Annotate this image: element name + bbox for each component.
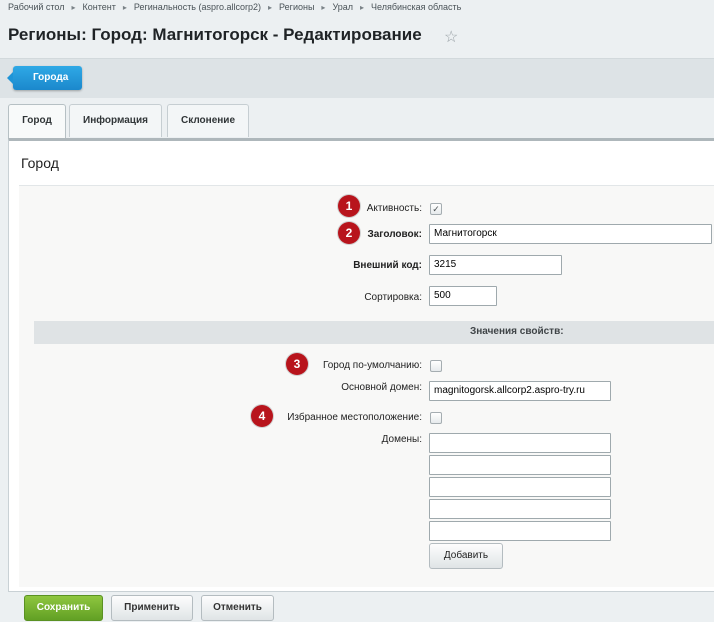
toolbar: Города (0, 58, 714, 98)
active-label: Активность: (366, 203, 422, 214)
domain-input-4[interactable] (429, 499, 611, 519)
properties-section-header: Значения свойств: (34, 321, 714, 344)
domain-input-3[interactable] (429, 477, 611, 497)
breadcrumb-separator-icon: ▸ (268, 3, 273, 12)
breadcrumb-separator-icon: ▸ (122, 3, 127, 12)
cancel-button[interactable]: Отменить (201, 595, 274, 621)
breadcrumb-item-ural[interactable]: Урал (332, 2, 353, 12)
sort-label: Сортировка: (364, 292, 422, 303)
favorite-location-label: Избранное местоположение: (287, 412, 422, 423)
annotation-badge-4: 4 (251, 405, 273, 427)
domain-input-2[interactable] (429, 455, 611, 475)
external-code-label: Внешний код: (353, 260, 422, 271)
breadcrumb-item-content[interactable]: Контент (83, 2, 116, 12)
domain-input-1[interactable] (429, 433, 611, 453)
breadcrumb-item-regions[interactable]: Регионы (279, 2, 314, 12)
breadcrumb-item-regionality[interactable]: Регинальность (aspro.allcorp2) (134, 2, 261, 12)
sort-input[interactable]: 500 (429, 286, 497, 306)
default-city-checkbox[interactable] (430, 360, 442, 372)
title-label: Заголовок: (367, 229, 422, 240)
breadcrumb-separator-icon: ▸ (360, 3, 365, 12)
page-title: Регионы: Город: Магнитогорск - Редактиро… (8, 25, 422, 44)
external-code-input[interactable]: 3215 (429, 255, 562, 275)
breadcrumb: Рабочий стол ▸ Контент ▸ Регинальность (aspr… (8, 2, 461, 16)
main-domain-label: Основной домен: (341, 382, 422, 393)
breadcrumb-separator-icon: ▸ (71, 3, 76, 12)
tab-information[interactable]: Информация (69, 104, 162, 137)
add-domain-button[interactable]: Добавить (429, 543, 503, 569)
main-domain-input[interactable]: magnitogorsk.allcorp2.aspro-try.ru (429, 381, 611, 401)
domains-label: Домены: (381, 434, 422, 445)
active-checkbox[interactable]: ✓ (430, 203, 442, 215)
favorite-star-icon[interactable]: ☆ (444, 27, 458, 47)
panel-title: Город (21, 155, 59, 171)
properties-section-title: Значения свойств: (470, 326, 564, 337)
apply-button[interactable]: Применить (111, 595, 193, 621)
tab-declension[interactable]: Склонение (167, 104, 249, 137)
title-input[interactable]: Магнитогорск (429, 224, 712, 244)
domain-input-5[interactable] (429, 521, 611, 541)
breadcrumb-separator-icon: ▸ (321, 3, 326, 12)
breadcrumb-item-desktop[interactable]: Рабочий стол (8, 2, 65, 12)
save-button[interactable]: Сохранить (24, 595, 103, 621)
back-to-cities-button[interactable]: Города (6, 66, 83, 90)
breadcrumb-item-chelyabinsk[interactable]: Челябинская область (371, 2, 461, 12)
default-city-label: Город по-умолчанию: (322, 360, 422, 371)
tab-city[interactable]: Город (8, 104, 66, 139)
favorite-location-checkbox[interactable] (430, 412, 442, 424)
